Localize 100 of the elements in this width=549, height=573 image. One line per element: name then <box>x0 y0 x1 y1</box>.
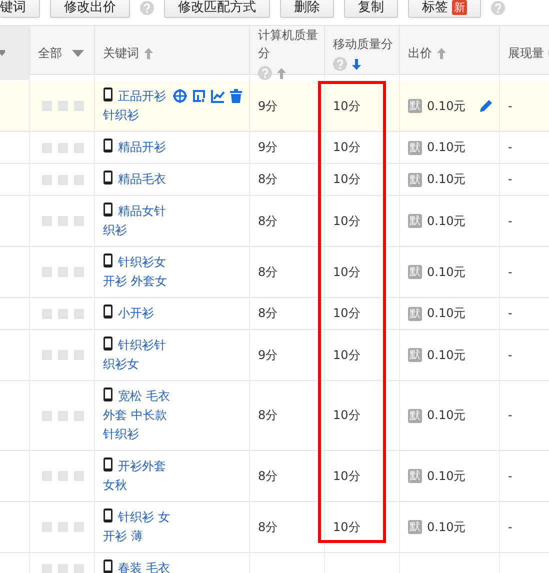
keyword-link[interactable]: 正品开衫针织衫 <box>103 87 177 125</box>
placeholder-square-icon <box>42 471 52 481</box>
bid-text: 0.10元 <box>427 407 466 424</box>
sort-up-icon[interactable] <box>436 46 447 60</box>
impressions-text: - <box>508 139 512 156</box>
score-text: 8分 <box>258 518 278 536</box>
keyword-link[interactable]: 精品开衫 <box>103 138 177 157</box>
column-header[interactable]: 关键词 <box>103 44 139 62</box>
keyword-link[interactable]: 精品女针织衫 <box>103 202 177 240</box>
sort-down-icon[interactable] <box>351 58 362 70</box>
placeholder-square-icon <box>42 564 52 573</box>
keyword-link[interactable]: 开衫外套女秋 <box>103 457 177 495</box>
score-text: 8分 <box>258 171 278 188</box>
impressions-text: - <box>508 468 512 484</box>
placeholder-square-icon <box>58 101 68 111</box>
toolbar-button[interactable]: 删除 <box>280 0 334 18</box>
placeholder-square-icon <box>58 308 68 318</box>
placeholder-square-icon <box>74 308 84 318</box>
phone-icon <box>103 508 113 523</box>
placeholder-square-icon <box>74 142 84 152</box>
keyword-link[interactable]: 小开衫 <box>103 304 177 323</box>
score-text: 8分 <box>258 264 278 280</box>
bid-text: 0.10元 <box>427 305 466 322</box>
toolbar-button[interactable]: 键词 <box>0 0 40 18</box>
placeholder-square-icon <box>58 216 68 226</box>
placeholder-square-icon <box>58 350 68 360</box>
placeholder-square-icon <box>74 267 84 277</box>
toolbar-button[interactable]: 修改匹配方式 <box>164 0 270 18</box>
score-text: 9分 <box>258 98 278 114</box>
bid-text: 0.10元 <box>427 264 466 280</box>
default-bid-badge: 默 <box>408 306 422 320</box>
default-bid-badge: 默 <box>408 265 422 279</box>
keyword-link[interactable]: 针织衫 女开衫 薄 <box>103 508 177 546</box>
placeholder-square-icon <box>74 350 84 360</box>
phone-icon <box>103 457 113 472</box>
impressions-text: - <box>508 212 512 230</box>
keyword-link[interactable]: 宽松 毛衣外套 中长款针织衫 <box>103 387 177 444</box>
placeholder-square-icon <box>58 267 68 277</box>
trend-chart-icon[interactable] <box>211 89 225 103</box>
help-icon[interactable] <box>491 1 505 15</box>
help-icon[interactable] <box>140 1 154 15</box>
score-text: 10分 <box>333 171 360 188</box>
placeholder-square-icon <box>58 471 68 481</box>
placeholder-square-icon <box>58 410 68 420</box>
trash-icon[interactable] <box>230 89 242 103</box>
bid-text: 0.10元 <box>427 346 466 364</box>
score-text: 10分 <box>333 407 360 424</box>
score-text: 9分 <box>258 139 278 156</box>
placeholder-square-icon <box>58 174 68 184</box>
toolbar-button[interactable]: 修改出价 <box>50 0 130 18</box>
default-bid-badge: 默 <box>408 140 422 154</box>
placeholder-square-icon <box>42 410 52 420</box>
keyword-link[interactable]: 针织衫针织衫女 <box>103 336 177 374</box>
placeholder-square-icon <box>42 267 52 277</box>
score-text: 10分 <box>333 468 360 484</box>
target-icon[interactable] <box>173 89 187 103</box>
column-header[interactable]: 全部 <box>38 44 62 62</box>
score-text: 10分 <box>333 305 360 322</box>
default-bid-badge: 默 <box>408 408 422 422</box>
impressions-text: - <box>508 305 512 322</box>
new-badge: 新 <box>452 0 467 15</box>
highlighted-row[interactable]: 正品开衫针织衫 9分 10分 默 0.10元 - <box>0 81 549 132</box>
placeholder-square-icon <box>74 410 84 420</box>
bid-text: 0.10元 <box>427 468 466 484</box>
sort-up-icon[interactable] <box>143 46 154 60</box>
bar-chart-icon[interactable] <box>192 89 206 103</box>
score-text: 8分 <box>258 468 278 484</box>
impressions-text: - <box>508 264 512 280</box>
phone-icon <box>103 336 113 351</box>
placeholder-square-icon <box>74 101 84 111</box>
default-bid-badge: 默 <box>408 99 422 113</box>
bid-text: 0.10元 <box>427 171 466 188</box>
toolbar-button[interactable]: 复制 <box>344 0 398 18</box>
placeholder-square-icon <box>74 564 84 573</box>
bid-text: 0.10元 <box>427 98 466 114</box>
caret-down-icon[interactable] <box>72 50 84 56</box>
column-header[interactable]: 计算机质量分 <box>258 26 320 62</box>
phone-icon <box>103 202 113 217</box>
impressions-text: - <box>508 346 512 364</box>
default-bid-badge: 默 <box>408 214 422 228</box>
placeholder-square-icon <box>42 308 52 318</box>
keyword-link[interactable]: 精品毛衣 <box>103 170 177 189</box>
bid-text: 0.10元 <box>427 139 466 156</box>
impressions-text: - <box>508 171 512 188</box>
column-header[interactable]: 移动质量分 <box>333 35 393 53</box>
keyword-link[interactable]: 针织衫女开衫 外套女 <box>103 253 177 291</box>
column-header[interactable]: 出价 <box>408 44 432 62</box>
score-text: 10分 <box>333 139 360 156</box>
score-text: 8分 <box>258 305 278 322</box>
impressions-text: - <box>508 518 512 536</box>
phone-icon <box>103 387 113 402</box>
pencil-icon[interactable] <box>479 99 493 113</box>
score-text: 8分 <box>258 407 278 424</box>
help-icon[interactable] <box>258 66 272 80</box>
default-bid-badge: 默 <box>408 520 422 534</box>
default-bid-badge: 默 <box>408 172 422 186</box>
placeholder-square-icon <box>58 564 68 573</box>
bid-text: 0.10元 <box>427 518 466 536</box>
sort-up-icon[interactable] <box>276 66 287 80</box>
toolbar-button[interactable]: 标签 新 <box>408 0 481 18</box>
